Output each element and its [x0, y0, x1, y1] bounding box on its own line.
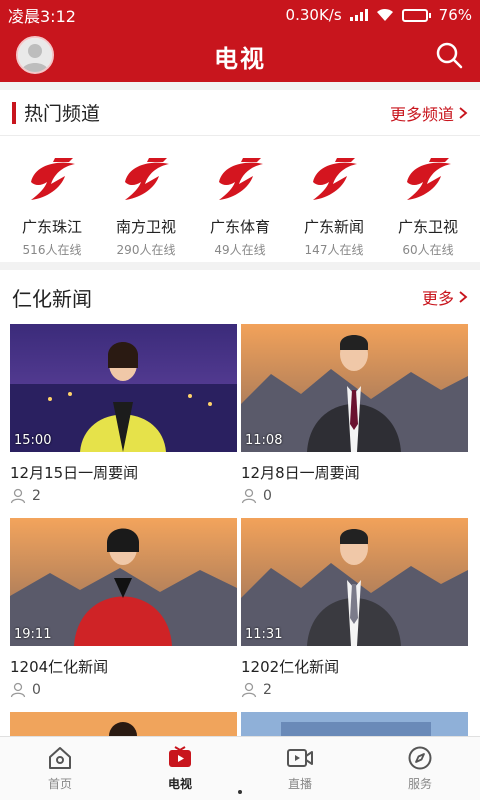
video-title: 1204仁化新闻 [10, 658, 109, 676]
hot-channels-title: 热门频道 [24, 103, 101, 125]
more-channels-label: 更多频道 [389, 104, 454, 124]
channel-online-count: 516人在线 [22, 243, 82, 257]
guangdong-tv-logo-icon [125, 158, 169, 200]
page-indicator-dot [238, 790, 242, 794]
channel-item[interactable]: 广东新闻 147人在线 [288, 154, 380, 258]
live-video-icon [287, 749, 313, 767]
wifi-icon [376, 8, 393, 21]
search-icon[interactable] [434, 40, 464, 70]
video-card-partial[interactable] [241, 712, 468, 736]
news-anchor-thumbnail-image [10, 712, 237, 736]
page-title: 电视 [214, 44, 266, 73]
chevron-right-icon [459, 106, 468, 119]
nav-live[interactable]: 直播 [240, 737, 360, 800]
news-grid: 15:00 12月15日一周要闻 2 11:08 12月8日一周要闻 0 19:… [0, 324, 480, 736]
view-count: 2 [32, 488, 41, 504]
news-title: 仁化新闻 [12, 286, 92, 311]
hot-channels-header: 热门频道 更多频道 [0, 90, 480, 136]
status-bar: 凌晨3:12 0.30K/s 76% [0, 0, 480, 30]
view-count: 0 [32, 682, 41, 698]
battery-icon [401, 8, 431, 22]
chevron-right-icon [459, 291, 468, 303]
video-views: 2 [241, 682, 468, 698]
signal-icon [349, 9, 368, 21]
nav-live-label: 直播 [287, 777, 312, 791]
network-speed: 0.30K/s [285, 6, 342, 24]
channel-name: 广东卫视 [397, 218, 458, 236]
channel-name: 南方卫视 [115, 218, 176, 236]
channel-item[interactable]: 南方卫视 290人在线 [100, 154, 192, 258]
channel-online-count: 147人在线 [304, 243, 364, 257]
channel-name: 广东新闻 [303, 218, 364, 236]
user-icon [241, 682, 257, 698]
guangdong-tv-logo-icon [31, 158, 75, 200]
guangdong-tv-logo-icon [219, 158, 263, 200]
section-accent-bar [12, 101, 16, 124]
nav-home-label: 首页 [47, 777, 72, 791]
channel-item[interactable]: 广东体育 49人在线 [194, 154, 286, 258]
nav-service[interactable]: 服务 [360, 737, 480, 800]
video-thumbnail: 15:00 [10, 324, 237, 452]
hot-channels-section: 热门频道 更多频道 广东珠江 516人在线 南方卫视 290人在线 广东体育 4… [0, 90, 480, 262]
channel-name: 广东珠江 [21, 218, 82, 236]
channel-item[interactable]: 广东卫视 60人在线 [382, 154, 474, 258]
channel-online-count: 60人在线 [402, 243, 454, 257]
more-news-link[interactable]: 更多 [422, 285, 468, 309]
user-avatar-icon [18, 38, 52, 72]
guangdong-tv-logo-icon [407, 158, 451, 200]
channel-online-count: 49人在线 [214, 243, 266, 257]
video-thumbnail: 11:08 [241, 324, 468, 452]
more-news-label: 更多 [421, 289, 454, 308]
user-icon [10, 682, 26, 698]
video-views: 0 [10, 682, 237, 698]
status-time: 凌晨3:12 [8, 7, 76, 26]
video-views: 2 [10, 488, 237, 504]
user-icon [10, 488, 26, 504]
view-count: 2 [263, 682, 272, 698]
home-icon [49, 747, 71, 769]
view-count: 0 [263, 488, 272, 504]
video-card[interactable]: 19:11 1204仁化新闻 0 [10, 518, 237, 712]
guangdong-tv-logo-icon [313, 158, 357, 200]
user-icon [241, 488, 257, 504]
video-views: 0 [241, 488, 468, 504]
avatar[interactable] [16, 36, 54, 74]
video-title: 1202仁化新闻 [241, 658, 340, 676]
video-duration: 15:00 [14, 433, 52, 448]
nav-tv-label: 电视 [167, 777, 192, 791]
video-thumbnail: 11:31 [241, 518, 468, 646]
channel-item[interactable]: 广东珠江 516人在线 [6, 154, 98, 258]
top-bar: 凌晨3:12 0.30K/s 76% 电视 [0, 0, 480, 82]
video-duration: 11:31 [245, 627, 283, 642]
video-thumbnail: 19:11 [10, 518, 237, 646]
video-card-partial[interactable] [10, 712, 237, 736]
video-card[interactable]: 15:00 12月15日一周要闻 2 [10, 324, 237, 518]
news-header: 仁化新闻 更多 [0, 270, 480, 324]
nav-tv[interactable]: 电视 [120, 737, 240, 800]
video-title: 12月15日一周要闻 [10, 464, 139, 482]
video-card[interactable]: 11:31 1202仁化新闻 2 [241, 518, 468, 712]
video-duration: 19:11 [14, 627, 52, 642]
battery-percent: 76% [438, 6, 472, 24]
video-card[interactable]: 11:08 12月8日一周要闻 0 [241, 324, 468, 518]
nav-home[interactable]: 首页 [0, 737, 120, 800]
channel-online-count: 290人在线 [116, 243, 176, 257]
app-header: 电视 [0, 30, 480, 82]
nav-service-label: 服务 [407, 777, 432, 791]
tv-icon [169, 746, 191, 767]
more-channels-link[interactable]: 更多频道 [390, 101, 468, 125]
video-duration: 11:08 [245, 433, 283, 448]
video-title: 12月8日一周要闻 [241, 464, 360, 482]
renhua-news-section: 仁化新闻 更多 15:00 12月15日一周要闻 2 11:08 12月8日一周… [0, 270, 480, 736]
news-thumbnail-image [241, 712, 468, 736]
hot-channels-title-wrap: 热门频道 [12, 99, 100, 126]
status-indicators: 0.30K/s 76% [286, 6, 472, 24]
compass-icon [408, 746, 432, 770]
channel-list: 广东珠江 516人在线 南方卫视 290人在线 广东体育 49人在线 广东新闻 … [0, 136, 480, 258]
channel-name: 广东体育 [209, 218, 270, 236]
